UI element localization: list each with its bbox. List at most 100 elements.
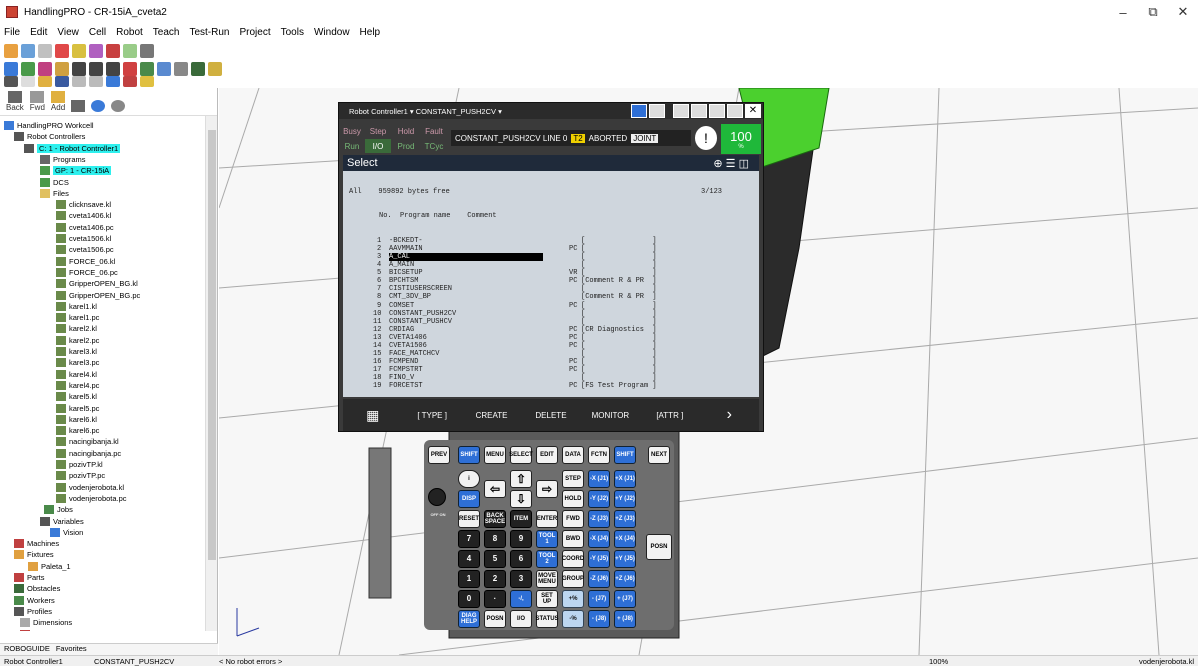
program-row[interactable]: 9 COMSET PC[ ] xyxy=(343,302,759,310)
arrow-left-key[interactable]: ⇦ xyxy=(484,480,506,498)
jog-plus-x-key[interactable]: +X (J1) xyxy=(614,470,636,488)
info-key[interactable]: i xyxy=(458,470,480,488)
tree-file-item[interactable]: GripperOPEN_BG.pc xyxy=(56,290,140,301)
tree-workers[interactable]: Workers xyxy=(14,595,55,606)
arrow-down-key[interactable]: ⇩ xyxy=(510,490,532,508)
fctn-key[interactable]: FCTN xyxy=(588,446,610,464)
backspace-key[interactable]: BACK SPACE xyxy=(484,510,506,528)
toolbar-icon[interactable] xyxy=(123,75,137,87)
jog-plus-y-key[interactable]: +Y (J2) xyxy=(614,490,636,508)
program-row[interactable]: 17 FCMPSTRT PC[ ] xyxy=(343,366,759,374)
shift-key-right[interactable]: SHIFT xyxy=(614,446,636,464)
jog-minus-rz-key[interactable]: -Z (J6) xyxy=(588,570,610,588)
tree-gp[interactable]: GP: 1 - CR-15iA xyxy=(40,165,112,176)
tool2-key[interactable]: TOOL 2 xyxy=(536,550,558,568)
fkey-delete-button[interactable]: DELETE xyxy=(521,411,580,420)
menu-file[interactable]: File xyxy=(4,27,20,38)
tp-display-icon[interactable] xyxy=(631,104,647,118)
menu-robot[interactable]: Robot xyxy=(116,27,143,38)
undo-icon[interactable] xyxy=(72,75,86,87)
jog-minus-z-key[interactable]: -Z (J3) xyxy=(588,510,610,528)
group-key[interactable]: GROUP xyxy=(562,570,584,588)
tp-info-icon[interactable]: ! xyxy=(695,126,717,150)
minimize-button[interactable]: – xyxy=(1108,0,1138,24)
tp-help-icon[interactable] xyxy=(727,104,743,118)
jog-minus-y-key[interactable]: -Y (J2) xyxy=(588,490,610,508)
disp-key[interactable]: DISP xyxy=(458,490,480,508)
tree-scrollbar[interactable] xyxy=(205,116,217,631)
enter-key[interactable]: ENTER xyxy=(536,510,558,528)
tree-files[interactable]: Files xyxy=(40,188,69,199)
toolbar-icon[interactable] xyxy=(123,43,137,58)
menu-project[interactable]: Project xyxy=(239,27,270,38)
tp-pin-icon[interactable] xyxy=(691,104,707,118)
jog-minus-ry-key[interactable]: -Y (J5) xyxy=(588,550,610,568)
tree-fwd-button[interactable]: Fwd xyxy=(30,91,45,112)
jog-minus-j8-key[interactable]: - (J8) xyxy=(588,610,610,628)
tree-file-item[interactable]: karel4.pc xyxy=(56,380,99,391)
menu-key[interactable]: MENU xyxy=(484,446,506,464)
tree-vision[interactable]: Vision xyxy=(50,527,83,538)
teach-pendant-window[interactable]: Robot Controller1 ▾ CONSTANT_PUSH2CV ▾ ✕… xyxy=(338,102,764,432)
tree-file-item[interactable]: cveta1406.kl xyxy=(56,210,111,221)
program-row[interactable]: 5 BICSETUP VR[ ] xyxy=(343,269,759,277)
tree-file-item[interactable]: cveta1506.pc xyxy=(56,244,114,255)
key-8[interactable]: 8 xyxy=(484,530,506,548)
grid-icon[interactable] xyxy=(4,75,18,87)
tree-file-item[interactable]: karel2.kl xyxy=(56,323,97,334)
io-key[interactable]: I/O xyxy=(510,610,532,628)
toolbar-icon[interactable] xyxy=(55,43,69,58)
arrow-up-key[interactable]: ⇧ xyxy=(510,470,532,488)
jog-minus-j7-key[interactable]: - (J7) xyxy=(588,590,610,608)
program-row[interactable]: 7 CISTIUSERSCREEN [ ] xyxy=(343,285,759,293)
tree-file-item[interactable]: karel4.kl xyxy=(56,369,97,380)
tree-refresh-button[interactable] xyxy=(91,100,106,112)
new-file-icon[interactable] xyxy=(21,75,35,87)
program-row[interactable]: 3 A_CAL [ ] xyxy=(343,252,759,262)
key-6[interactable]: 6 xyxy=(510,550,532,568)
jog-minus-x-key[interactable]: -X (J1) xyxy=(588,470,610,488)
menu-test-run[interactable]: Test-Run xyxy=(189,27,229,38)
maximize-button[interactable]: ⧉ xyxy=(1138,0,1168,24)
speed-plus-key[interactable]: +% xyxy=(562,590,584,608)
toolbar-icon[interactable] xyxy=(106,75,120,87)
scroll-thumb[interactable] xyxy=(208,130,216,560)
jog-minus-rx-key[interactable]: -X (J4) xyxy=(588,530,610,548)
tree-targets[interactable]: Targets xyxy=(20,629,58,631)
tree-file-item[interactable]: pozivTP.kl xyxy=(56,459,103,470)
program-row[interactable]: 8 CMT_3DV_BP [Comment R & PR ] xyxy=(343,293,759,301)
tree-file-item[interactable]: karel2.pc xyxy=(56,335,99,346)
save-icon[interactable] xyxy=(55,75,69,87)
tree-file-item[interactable]: FORCE_06.kl xyxy=(56,256,115,267)
toolbar-icon[interactable] xyxy=(140,43,154,58)
key-dot[interactable]: · xyxy=(484,590,506,608)
fkey-create-button[interactable]: CREATE xyxy=(462,411,521,420)
tree-profiles[interactable]: Profiles xyxy=(14,606,52,617)
toolbar-icon[interactable] xyxy=(106,43,120,58)
tp-header-label[interactable]: Robot Controller1 ▾ CONSTANT_PUSH2CV ▾ xyxy=(349,107,502,116)
jog-plus-j8-key[interactable]: + (J8) xyxy=(614,610,636,628)
tree-dimensions[interactable]: Dimensions xyxy=(20,617,72,628)
menu-window[interactable]: Window xyxy=(314,27,350,38)
tree-machines[interactable]: Machines xyxy=(14,538,59,549)
program-row[interactable]: 1 -BCKEDT- [ ] xyxy=(343,237,759,245)
posn-side-key[interactable]: POSN xyxy=(646,534,672,560)
fkey-monitor-button[interactable]: MONITOR xyxy=(581,411,640,420)
program-row[interactable]: 11 CONSTANT_PUSHCV [ ] xyxy=(343,318,759,326)
tree-file-item[interactable]: clicknsave.kl xyxy=(56,199,111,210)
tree-file-item[interactable]: karel3.pc xyxy=(56,357,99,368)
step-key[interactable]: STEP xyxy=(562,470,584,488)
menu-help[interactable]: Help xyxy=(360,27,381,38)
tree-file-item[interactable]: karel1.kl xyxy=(56,301,97,312)
tree-file-item[interactable]: karel1.pc xyxy=(56,312,99,323)
fkey-type-button[interactable]: [ TYPE ] xyxy=(402,411,461,420)
tree-obstacles[interactable]: Obstacles xyxy=(14,583,60,594)
tree-paleta[interactable]: Paleta_1 xyxy=(28,561,71,572)
tp-close-icon[interactable]: ✕ xyxy=(745,104,761,118)
toolbar-icon[interactable] xyxy=(4,43,18,58)
coord-key[interactable]: COORD xyxy=(562,550,584,568)
key-1[interactable]: 1 xyxy=(458,570,480,588)
move-menu-key[interactable]: MOVE MENU xyxy=(536,570,558,588)
program-row[interactable]: 2 AAVMMAIN PC[ ] xyxy=(343,245,759,253)
key-7[interactable]: 7 xyxy=(458,530,480,548)
